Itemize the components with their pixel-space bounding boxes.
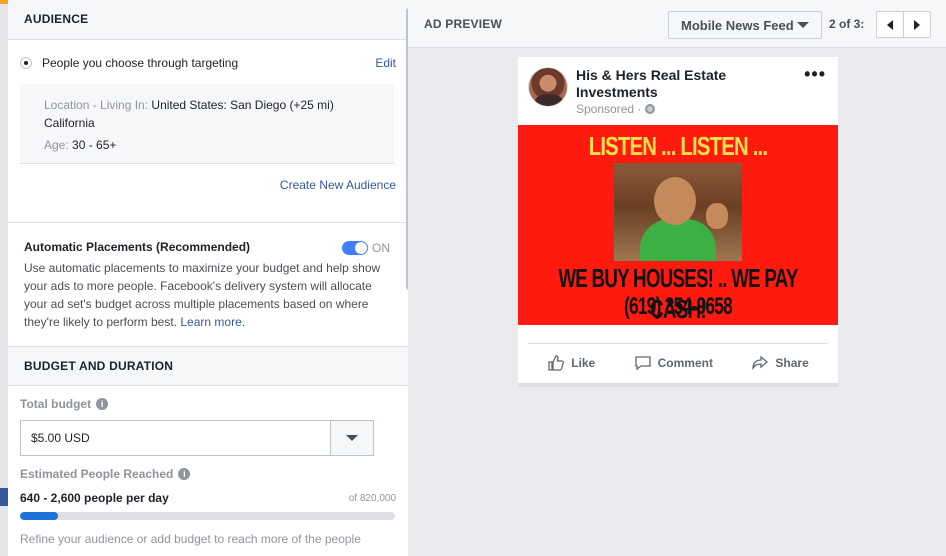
reach-progress-bar [20,512,395,520]
reaction-bar: Like Comment Share [528,343,828,381]
placements-toggle[interactable]: ON [342,241,390,255]
total-budget-label-row: Total budget i [20,397,109,411]
share-icon [752,355,769,370]
placement-selected: Mobile News Feed [681,17,794,33]
targeting-summary: Location - Living In: United States: San… [20,84,394,164]
arrow-left-icon [887,19,893,30]
targeting-radio[interactable] [20,57,32,69]
total-budget-input[interactable] [20,420,330,456]
comment-button[interactable]: Comment [634,354,713,372]
next-preview-button[interactable] [903,11,931,38]
ad-photo [614,163,742,261]
sponsored-text: Sponsored · [576,102,642,116]
comment-icon [634,355,651,370]
location-key: Location - Living In: [44,98,149,112]
create-new-audience-link[interactable]: Create New Audience [280,178,396,192]
info-icon[interactable]: i [178,468,191,480]
previous-preview-button[interactable] [876,11,904,38]
sponsored-label: Sponsored · [576,102,656,116]
total-budget-label: Total budget [20,397,92,411]
estimated-reach-label: Estimated People Reached [20,467,174,481]
background-accent [0,0,8,4]
preview-page-count: 2 of 3: [829,17,865,31]
photo-face [654,177,696,225]
panel-scrollbar[interactable] [406,8,408,290]
info-icon[interactable]: i [96,398,109,410]
page-name[interactable]: His & Hers Real Estate Investments [576,67,796,101]
share-label: Share [775,355,809,370]
location-line: Location - Living In: United States: San… [44,96,370,114]
chevron-down-icon [346,435,358,441]
globe-icon [645,104,656,114]
ad-preview-header: AD PREVIEW Mobile News Feed 2 of 3: [408,0,946,48]
more-options-icon[interactable]: ••• [804,65,826,83]
estimated-reach-value: 640 - 2,600 people per day [20,491,169,505]
reach-label-row: Estimated People Reached i [20,467,191,481]
ad-preview-card: His & Hers Real Estate Investments Spons… [518,57,838,387]
toggle-label: ON [372,241,390,255]
location-value: United States: San Diego (+25 mi) [151,98,334,112]
reach-total: of 820,000 [348,493,396,504]
refine-hint: Refine your audience or add budget to re… [20,532,361,546]
location-line-2: California [44,116,95,130]
audience-section-header: AUDIENCE [8,0,408,40]
page-avatar[interactable] [528,67,568,107]
arrow-right-icon [914,19,920,30]
ad-phone: (619) 354-9658 [623,293,733,320]
chevron-down-icon [797,22,809,28]
automatic-placements-title: Automatic Placements (Recommended) [24,240,251,254]
like-button[interactable]: Like [547,354,595,372]
background-page [0,0,8,556]
age-line: Age: 30 - 65+ [44,136,370,154]
photo-hand [706,203,728,229]
automatic-placements-description: Use automatic placements to maximize you… [24,259,394,331]
settings-panel: AUDIENCE People you choose through targe… [8,0,408,556]
targeting-label: People you choose through targeting [42,56,239,70]
background-button-fragment [0,488,8,506]
edit-audience-link[interactable]: Edit [375,56,396,70]
age-key: Age: [44,138,69,152]
comment-label: Comment [657,355,713,370]
budget-section-header: BUDGET AND DURATION [8,346,408,386]
budget-type-dropdown[interactable] [330,420,374,456]
like-label: Like [571,355,596,370]
ad-preview-title: AD PREVIEW [424,17,503,31]
toggle-switch[interactable] [342,241,368,255]
thumbs-up-icon [548,354,565,371]
share-button[interactable]: Share [751,354,809,372]
reach-progress-fill [20,512,58,520]
targeting-option[interactable]: People you choose through targeting Edit [20,52,396,74]
age-value: 30 - 65+ [72,138,117,152]
learn-more-link[interactable]: Learn more. [180,315,245,329]
ad-image[interactable]: LISTEN ... LISTEN ... LISTEN WE BUY HOUS… [518,125,838,325]
placement-dropdown[interactable]: Mobile News Feed [668,11,822,39]
section-divider [8,222,408,223]
photo-shirt [640,219,716,261]
